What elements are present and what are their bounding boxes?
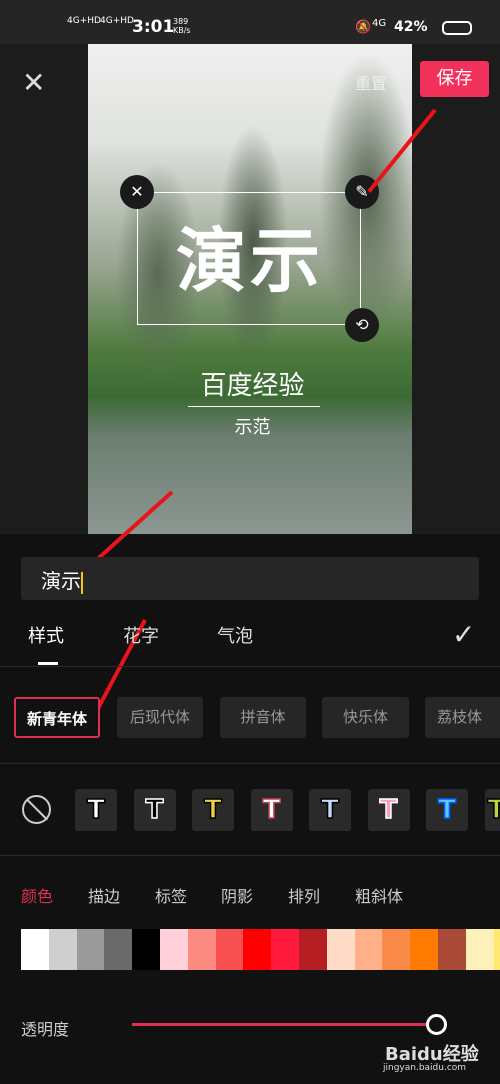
signal-2: 4G+HD <box>100 16 134 26</box>
text-style-preset[interactable]: T <box>484 789 500 831</box>
color-swatch[interactable] <box>48 929 77 970</box>
subtitle-text: 百度经验 <box>200 371 305 401</box>
color-swatch[interactable] <box>21 929 49 970</box>
color-swatch[interactable] <box>465 929 494 970</box>
color-swatch[interactable] <box>76 929 105 970</box>
clock: 3:01 <box>132 17 175 37</box>
color-swatch[interactable] <box>215 929 244 970</box>
color-swatch[interactable] <box>410 929 439 970</box>
font-pinyin[interactable]: 拼音体 <box>220 697 306 738</box>
font-xinqingnian[interactable]: 新青年体 <box>14 697 100 738</box>
color-swatch[interactable] <box>104 929 133 970</box>
tab-bubble[interactable]: 气泡 <box>217 622 253 648</box>
text-style-preset[interactable]: T <box>192 789 234 831</box>
tab-label[interactable]: 标签 <box>155 883 187 907</box>
signal-1: 4G+HD <box>67 16 101 26</box>
battery-icon <box>442 21 472 35</box>
tab-stroke[interactable]: 描边 <box>88 883 120 907</box>
text-style-preset[interactable]: T <box>250 789 293 831</box>
font-lizhi[interactable]: 荔枝体 <box>425 697 500 738</box>
color-swatch[interactable] <box>187 929 216 970</box>
delete-handle-icon[interactable]: ✕ <box>120 175 154 209</box>
color-swatch[interactable] <box>299 929 327 970</box>
text-style-preset[interactable]: T <box>75 789 117 831</box>
tab-color[interactable]: 颜色 <box>21 883 53 907</box>
opacity-slider-track[interactable] <box>132 1023 430 1026</box>
color-swatch[interactable] <box>132 929 161 970</box>
network-type: 4G <box>372 18 387 29</box>
text-input[interactable]: 演示 <box>21 557 479 600</box>
text-caret <box>81 571 83 594</box>
opacity-label: 透明度 <box>21 1020 70 1039</box>
text-style-preset[interactable]: T <box>133 789 176 831</box>
color-swatch[interactable] <box>271 929 300 970</box>
divider <box>0 666 500 667</box>
divider <box>0 855 500 856</box>
selection-box <box>137 192 361 325</box>
caption-text: 示范 <box>234 417 271 438</box>
battery-percent: 42% <box>394 19 428 35</box>
divider <box>188 406 320 407</box>
save-button[interactable]: 保存 <box>420 61 489 97</box>
color-swatch[interactable] <box>493 929 500 970</box>
input-value: 演示 <box>41 569 81 593</box>
font-kuaile[interactable]: 快乐体 <box>322 697 409 738</box>
font-houxiandai[interactable]: 后现代体 <box>117 697 203 738</box>
close-icon[interactable]: ✕ <box>22 66 45 99</box>
mute-icon: 🔕 <box>355 20 372 35</box>
divider <box>0 763 500 764</box>
color-swatch[interactable] <box>326 929 355 970</box>
text-style-preset[interactable]: T <box>309 789 351 831</box>
color-swatch[interactable] <box>243 929 272 970</box>
no-style-icon[interactable] <box>22 795 51 824</box>
text-style-preset[interactable]: T <box>426 789 468 831</box>
tab-shadow[interactable]: 阴影 <box>221 883 253 907</box>
net-speed: 389 KB/s <box>173 17 191 35</box>
opacity-slider-handle[interactable] <box>426 1014 447 1035</box>
confirm-check-icon[interactable]: ✓ <box>452 618 475 651</box>
tab-arrange[interactable]: 排列 <box>288 883 320 907</box>
active-tab-indicator <box>38 662 58 665</box>
reset-button[interactable]: 重置 <box>355 70 387 94</box>
status-bar: 4G+HD 4G+HD 3:01 389 KB/s 🔕 4G 42% <box>0 0 500 44</box>
tab-fancy-text[interactable]: 花字 <box>123 622 159 648</box>
rotate-handle-icon[interactable]: ⟲ <box>345 308 379 342</box>
watermark-url: jingyan.baidu.com <box>383 1063 467 1073</box>
color-swatch[interactable] <box>160 929 188 970</box>
text-style-preset[interactable]: T <box>367 789 410 831</box>
color-swatch[interactable] <box>354 929 383 970</box>
tab-bold-italic[interactable]: 粗斜体 <box>355 883 403 907</box>
tab-style[interactable]: 样式 <box>28 622 64 648</box>
color-swatch[interactable] <box>382 929 411 970</box>
color-swatch[interactable] <box>438 929 466 970</box>
